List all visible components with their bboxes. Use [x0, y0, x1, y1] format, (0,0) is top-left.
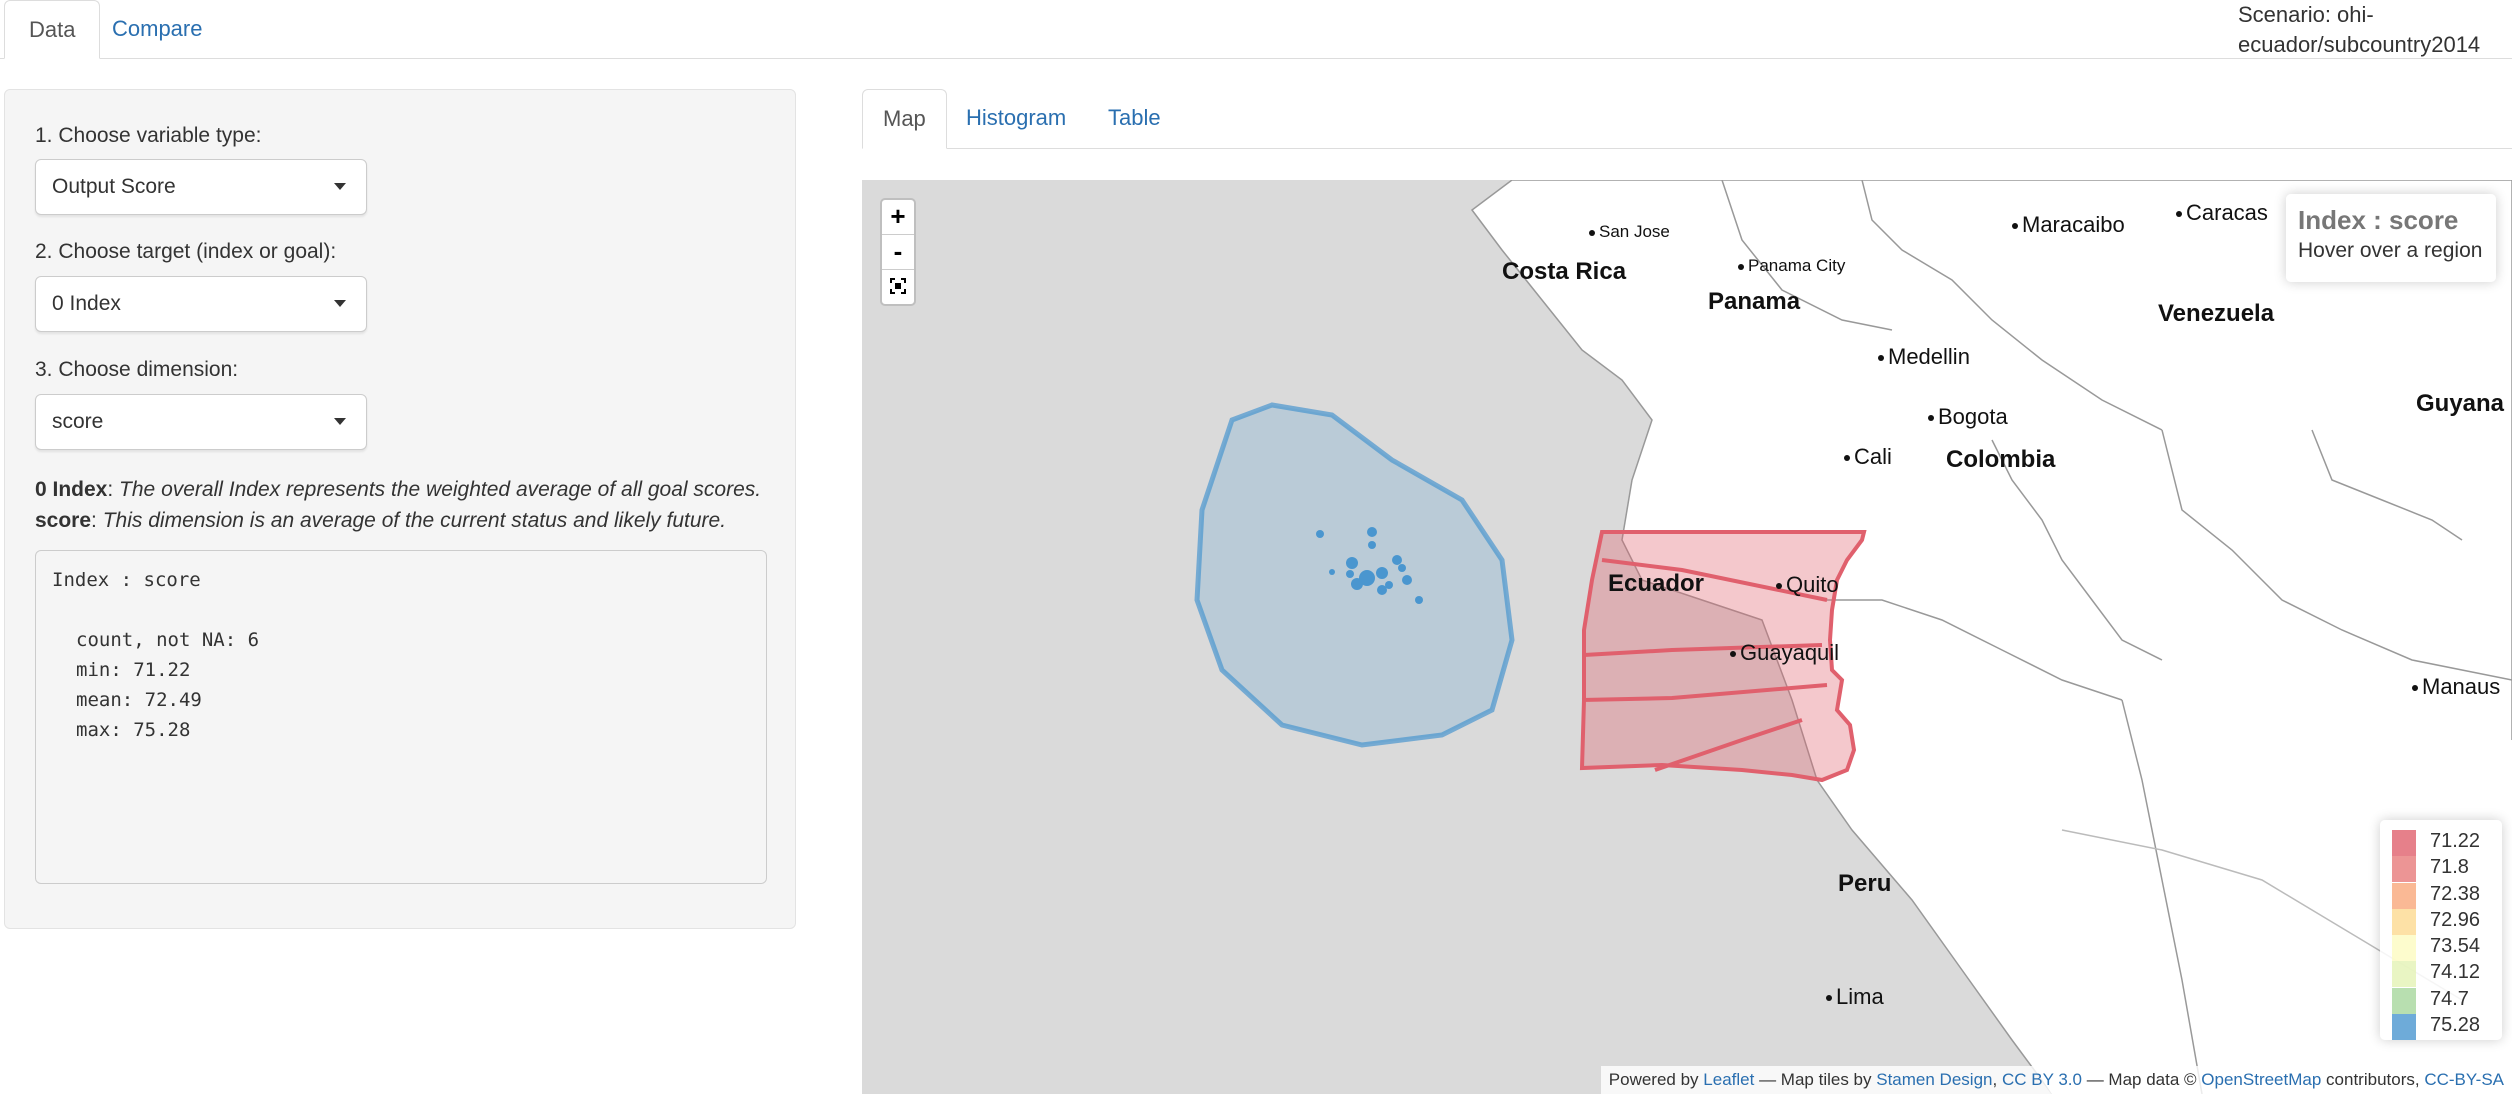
- legend-swatch: [2392, 935, 2416, 962]
- chevron-down-icon: [334, 300, 346, 307]
- label-panama: Panama: [1708, 288, 1801, 315]
- legend-swatch: [2392, 908, 2416, 935]
- target-value: 0 Index: [52, 292, 121, 315]
- legend-item: 73.54: [2390, 933, 2492, 962]
- label-caracas: Caracas: [2176, 200, 2268, 226]
- legend-value: 74.12: [2430, 961, 2481, 984]
- legend-item: 72.96: [2390, 907, 2492, 935]
- legend-item: 75.28: [2390, 1012, 2492, 1041]
- legend-item: 74.7: [2390, 986, 2492, 1014]
- stamen-link[interactable]: Stamen Design: [1876, 1070, 1992, 1089]
- label-bogota: Bogota: [1928, 404, 2008, 430]
- label-colombia: Colombia: [1946, 446, 2056, 473]
- summary-min: min: 71.22: [76, 659, 191, 681]
- fit-bounds-button[interactable]: [882, 270, 914, 304]
- dimension-value: score: [52, 410, 104, 433]
- sidebar-panel: 1. Choose variable type: Output Score 2.…: [4, 89, 796, 929]
- label-venezuela: Venezuela: [2158, 300, 2275, 327]
- legend-value: 73.54: [2430, 935, 2481, 958]
- cc-by-sa-link[interactable]: CC-BY-SA: [2424, 1070, 2504, 1089]
- summary-title: Index : score: [52, 569, 201, 591]
- legend-item: 71.8: [2390, 854, 2492, 883]
- summary-max: max: 75.28: [76, 719, 191, 741]
- galapagos-region: [1194, 402, 1515, 748]
- top-tab-bar: Data Compare Scenario: ohi-ecuador/subco…: [0, 0, 2512, 59]
- label-san-jose: San Jose: [1589, 222, 1670, 242]
- legend-swatch: [2392, 882, 2416, 909]
- legend-swatch: [2392, 1014, 2416, 1041]
- variable-type-label: 1. Choose variable type:: [35, 124, 262, 147]
- variable-type-value: Output Score: [52, 175, 176, 198]
- tab-histogram[interactable]: Histogram: [946, 89, 1086, 147]
- legend-swatch: [2392, 961, 2416, 988]
- legend-swatch: [2392, 856, 2416, 883]
- cc-by-link[interactable]: CC BY 3.0: [2002, 1070, 2082, 1089]
- legend-item: 74.12: [2390, 959, 2492, 988]
- tab-table[interactable]: Table: [1088, 89, 1181, 147]
- label-cali: Cali: [1844, 444, 1892, 470]
- label-peru: Peru: [1838, 870, 1892, 897]
- scenario-label: Scenario: ohi-ecuador/subcountry2014: [2238, 2, 2481, 57]
- label-guyana: Guyana: [2416, 390, 2505, 417]
- summary-count: count, not NA: 6: [76, 629, 260, 651]
- legend-value: 72.38: [2430, 882, 2481, 905]
- label-lima: Lima: [1826, 984, 1884, 1010]
- main-tab-bar: Map Histogram Table: [862, 89, 2512, 149]
- dimension-label: 3. Choose dimension:: [35, 358, 239, 381]
- summary-box: Index : score count, not NA: 6 min: 71.2…: [35, 550, 767, 884]
- label-maracaibo: Maracaibo: [2012, 212, 2125, 238]
- tab-compare[interactable]: Compare: [88, 0, 226, 58]
- chevron-down-icon: [334, 418, 346, 425]
- legend-value: 74.7: [2430, 987, 2469, 1010]
- label-medellin: Medellin: [1878, 344, 1970, 370]
- label-guayaquil: Guayaquil: [1730, 640, 1839, 666]
- chevron-down-icon: [334, 183, 346, 190]
- zoom-out-button[interactable]: -: [882, 235, 914, 270]
- info-title: Index : score: [2298, 205, 2459, 235]
- label-panama-city: Panama City: [1738, 256, 1845, 276]
- desc-dim-text: This dimension is an average of the curr…: [102, 509, 727, 532]
- target-label: 2. Choose target (index or goal):: [35, 240, 337, 263]
- label-quito: Quito: [1776, 572, 1839, 598]
- legend-value: 71.8: [2430, 856, 2469, 879]
- label-ecuador: Ecuador: [1608, 570, 1705, 597]
- info-box: Index : score Hover over a region: [2286, 194, 2496, 282]
- map-attribution: Powered by Leaflet — Map tiles by Stamen…: [1600, 1066, 2512, 1094]
- osm-link[interactable]: OpenStreetMap: [2201, 1070, 2321, 1089]
- map-view[interactable]: San Jose Costa Rica Panama City Panama M…: [862, 180, 2512, 1094]
- fullscreen-icon: [890, 278, 906, 294]
- desc-target-name: 0 Index: [35, 478, 108, 501]
- legend-value: 75.28: [2430, 1014, 2481, 1037]
- legend-value: 71.22: [2430, 830, 2481, 852]
- target-select[interactable]: 0 Index: [35, 276, 367, 332]
- label-manaus: Manaus: [2412, 674, 2500, 700]
- desc-dim-name: score: [35, 509, 92, 532]
- leaflet-link[interactable]: Leaflet: [1703, 1070, 1754, 1089]
- desc-target-text: The overall Index represents the weighte…: [119, 478, 762, 501]
- legend-item: 72.38: [2390, 881, 2492, 909]
- dimension-select[interactable]: score: [35, 394, 367, 450]
- variable-type-select[interactable]: Output Score: [35, 159, 367, 215]
- legend-swatch: [2392, 987, 2416, 1014]
- summary-mean: mean: 72.49: [76, 689, 202, 711]
- map-legend: 71.22 71.8 72.38 72.96 73.54 74.12 74.7 75.28: [2380, 820, 2502, 1041]
- tab-data[interactable]: Data: [4, 0, 101, 59]
- label-costa-rica: Costa Rica: [1502, 258, 1627, 285]
- legend-swatch: [2392, 830, 2416, 856]
- legend-value: 72.96: [2430, 908, 2481, 931]
- tab-map[interactable]: Map: [862, 89, 947, 149]
- legend-item: 71.22: [2390, 828, 2492, 856]
- zoom-control: + -: [880, 198, 916, 306]
- info-hint: Hover over a region: [2298, 239, 2483, 262]
- zoom-in-button[interactable]: +: [882, 200, 914, 235]
- description-text: 0 Index: The overall Index represents th…: [35, 478, 762, 532]
